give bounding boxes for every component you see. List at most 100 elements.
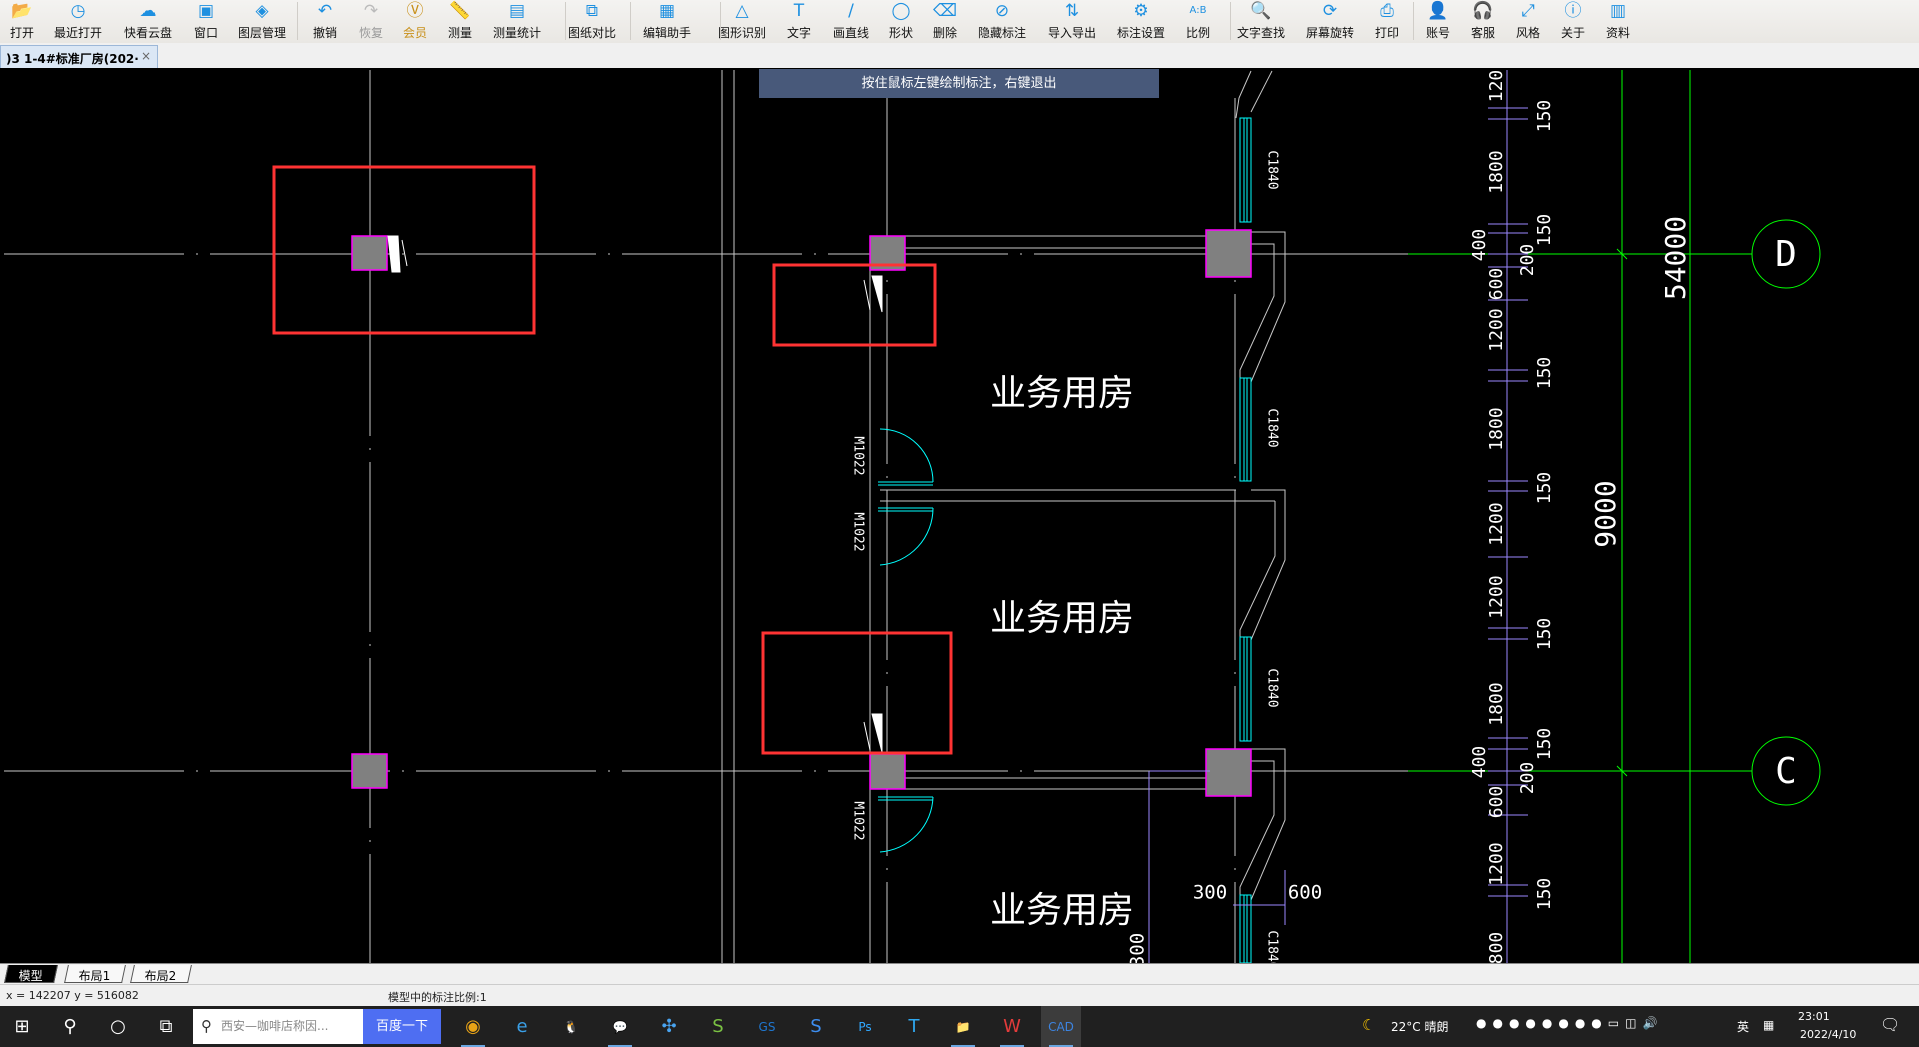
wechat-icon[interactable]: 💬 <box>600 1006 640 1047</box>
toolbar-separator <box>1413 2 1414 40</box>
ime-grid-icon[interactable]: ▦ <box>1763 1018 1774 1032</box>
windows-start-icon[interactable]: ⊞ <box>2 1006 42 1047</box>
dimension-label: 600 <box>1288 882 1322 904</box>
text-search-icon: 🔍 <box>1250 1 1272 21</box>
layout-tab-1[interactable]: 布局1 <box>64 965 126 983</box>
tencent-docs-icon[interactable]: T <box>894 1006 934 1047</box>
cad-drawing-canvas[interactable]: 业务用房 业务用房 业务用房 M1022 M1022 M1022 C1840 C1840 C18… <box>0 68 1919 970</box>
search-text: 西安—咖啡店称因... <box>221 1019 329 1033</box>
text-icon: T <box>793 1 805 21</box>
annotation-scale: 模型中的标注比例:1 <box>388 991 487 1004</box>
toolbar-button-label: 会员 <box>402 26 428 40</box>
toolbar-button-annotation-settings[interactable]: ⚙ 标注设置 <box>1117 0 1165 43</box>
eraser-icon: ⌫ <box>932 1 958 21</box>
style-icon: ⤢ <box>1521 1 1535 21</box>
toolbar-button-vip[interactable]: Ⓥ 会员 <box>403 0 427 43</box>
toolbar-button-info[interactable]: ⓘ 关于 <box>1561 0 1585 43</box>
markup-rectangle <box>772 263 937 347</box>
toolbar-button-hide-eye[interactable]: ⊘ 隐藏标注 <box>978 0 1026 43</box>
layout-tab-2[interactable]: 布局2 <box>130 965 192 983</box>
toolbar-button-text-search[interactable]: 🔍 文字查找 <box>1237 0 1285 43</box>
close-icon[interactable]: × <box>141 49 151 63</box>
dimension-label: 1200 <box>1486 308 1507 351</box>
column <box>351 753 388 789</box>
network-tool-icon[interactable]: ✣ <box>649 1006 689 1047</box>
toolbar-button-label: 打印 <box>1374 26 1400 40</box>
scale-icon: A:B <box>1189 5 1207 16</box>
web-search-input[interactable]: ⚲ 西安—咖啡店称因... <box>193 1009 363 1044</box>
toolbar-button-label: 形状 <box>888 26 914 40</box>
toolbar-button-clock-history[interactable]: ◷ 最近打开 <box>54 0 102 43</box>
sogou-icon[interactable]: S <box>796 1006 836 1047</box>
dimension-label: 1200 <box>1486 502 1507 545</box>
toolbar-button-cad-edit[interactable]: ▦ 编辑助手 <box>643 0 691 43</box>
gs-icon[interactable]: GS <box>747 1006 787 1047</box>
toolbar-button-label: 测量统计 <box>492 26 542 40</box>
toolbar-button-style[interactable]: ⤢ 风格 <box>1516 0 1540 43</box>
toolbar-button-line[interactable]: / 画直线 <box>833 0 869 43</box>
layers-icon: ◈ <box>255 1 269 21</box>
toolbar-button-documents[interactable]: ▥ 资料 <box>1606 0 1630 43</box>
ruler-icon: 📏 <box>449 1 471 21</box>
qq-icon[interactable]: 🐧 <box>551 1006 591 1047</box>
toolbar-button-folder-open[interactable]: 📂 打开 <box>10 0 34 43</box>
toolbar-button-shapes[interactable]: ◯ 形状 <box>889 0 913 43</box>
cortana-icon[interactable]: ○ <box>98 1006 138 1047</box>
toolbar-button-user[interactable]: 👤 账号 <box>1426 0 1450 43</box>
weather[interactable]: 22°C 晴朗 <box>1391 1018 1448 1035</box>
user-icon: 👤 <box>1427 1 1449 21</box>
toolbar-button-text[interactable]: T 文字 <box>787 0 811 43</box>
wps-icon[interactable]: W <box>992 1006 1032 1047</box>
toolbar-button-scale[interactable]: A:B 比例 <box>1186 0 1210 43</box>
layout-tab-0[interactable]: 模型 <box>4 965 58 983</box>
tray-icons[interactable]: ●●●●●●●●▭◫🔊 <box>1476 1016 1663 1030</box>
documents-icon: ▥ <box>1609 1 1627 21</box>
toolbar-button-label: 风格 <box>1515 26 1541 40</box>
notification-icon[interactable]: 🗨 <box>1880 1015 1900 1034</box>
clock-date[interactable]: 2022/4/10 <box>1800 1028 1856 1041</box>
baidu-search-button[interactable]: 百度一下 <box>363 1009 441 1044</box>
clock-time[interactable]: 23:01 <box>1798 1010 1830 1023</box>
toolbar: 📂 打开 ◷ 最近打开 ☁ 快看云盘 ▣ 窗口 ◈ 图层管理 ↶ 撤销 ↷ 恢复 Ⓥ 会员 📏 测量 ▤ 测量统计 ⧉ 图… <box>0 0 1919 43</box>
toolbar-button-cloud[interactable]: ☁ 快看云盘 <box>124 0 172 43</box>
dimension-label: 800 <box>1486 932 1507 963</box>
app-s-icon[interactable]: S <box>698 1006 738 1047</box>
search-icon[interactable]: ⚲ <box>50 1006 90 1047</box>
toolbar-separator <box>565 2 566 40</box>
toolbar-button-undo[interactable]: ↶ 撤销 <box>313 0 337 43</box>
input-method[interactable]: 英 <box>1737 1018 1749 1035</box>
edge-icon[interactable]: e <box>502 1006 542 1047</box>
toolbar-button-headset[interactable]: 🎧 客服 <box>1471 0 1495 43</box>
toolbar-button-eraser[interactable]: ⌫ 删除 <box>933 0 957 43</box>
column <box>1205 229 1252 278</box>
toolbar-button-layers[interactable]: ◈ 图层管理 <box>238 0 286 43</box>
toolbar-button-shape-recognition[interactable]: △ 图形识别 <box>718 0 766 43</box>
toolbar-separator <box>297 2 298 40</box>
chrome-icon[interactable]: ◉ <box>453 1006 493 1047</box>
dimension-label: 200 <box>1517 244 1538 277</box>
dimension-label: 150 <box>1534 618 1555 651</box>
toolbar-button-label: 资料 <box>1605 26 1631 40</box>
toolbar-button-import-export[interactable]: ⇅ 导入导出 <box>1048 0 1096 43</box>
cad-viewer-icon[interactable]: CAD <box>1041 1006 1081 1047</box>
toolbar-button-ruler[interactable]: 📏 测量 <box>448 0 472 43</box>
toolbar-button-compare[interactable]: ⧉ 图纸对比 <box>568 0 616 43</box>
toolbar-button-window[interactable]: ▣ 窗口 <box>194 0 218 43</box>
task-view-icon[interactable]: ⧉ <box>146 1006 186 1047</box>
document-tab-title: )3 1-4#标准厂房(202· <box>6 52 139 66</box>
file-explorer-icon[interactable]: 📁 <box>943 1006 983 1047</box>
undo-icon: ↶ <box>317 1 333 21</box>
document-tab[interactable]: )3 1-4#标准厂房(202· × <box>0 45 158 68</box>
photoshop-icon[interactable]: Ps <box>845 1006 885 1047</box>
dimension-label: 150 <box>1534 878 1555 911</box>
toolbar-button-rotate-screen[interactable]: ⟳ 屏幕旋转 <box>1306 0 1354 43</box>
window-label: C1840 <box>1265 668 1280 707</box>
overall-dimension-label: 9000 <box>1589 480 1622 547</box>
toolbar-separator <box>1230 2 1231 40</box>
toolbar-button-label: 关于 <box>1560 26 1586 40</box>
toolbar-button-measure-stats[interactable]: ▤ 测量统计 <box>493 0 541 43</box>
door-label: M1022 <box>851 512 866 551</box>
toolbar-button-redo[interactable]: ↷ 恢复 <box>359 0 383 43</box>
rotate-screen-icon: ⟳ <box>1322 1 1338 21</box>
toolbar-button-printer[interactable]: ⎙ 打印 <box>1375 0 1399 43</box>
